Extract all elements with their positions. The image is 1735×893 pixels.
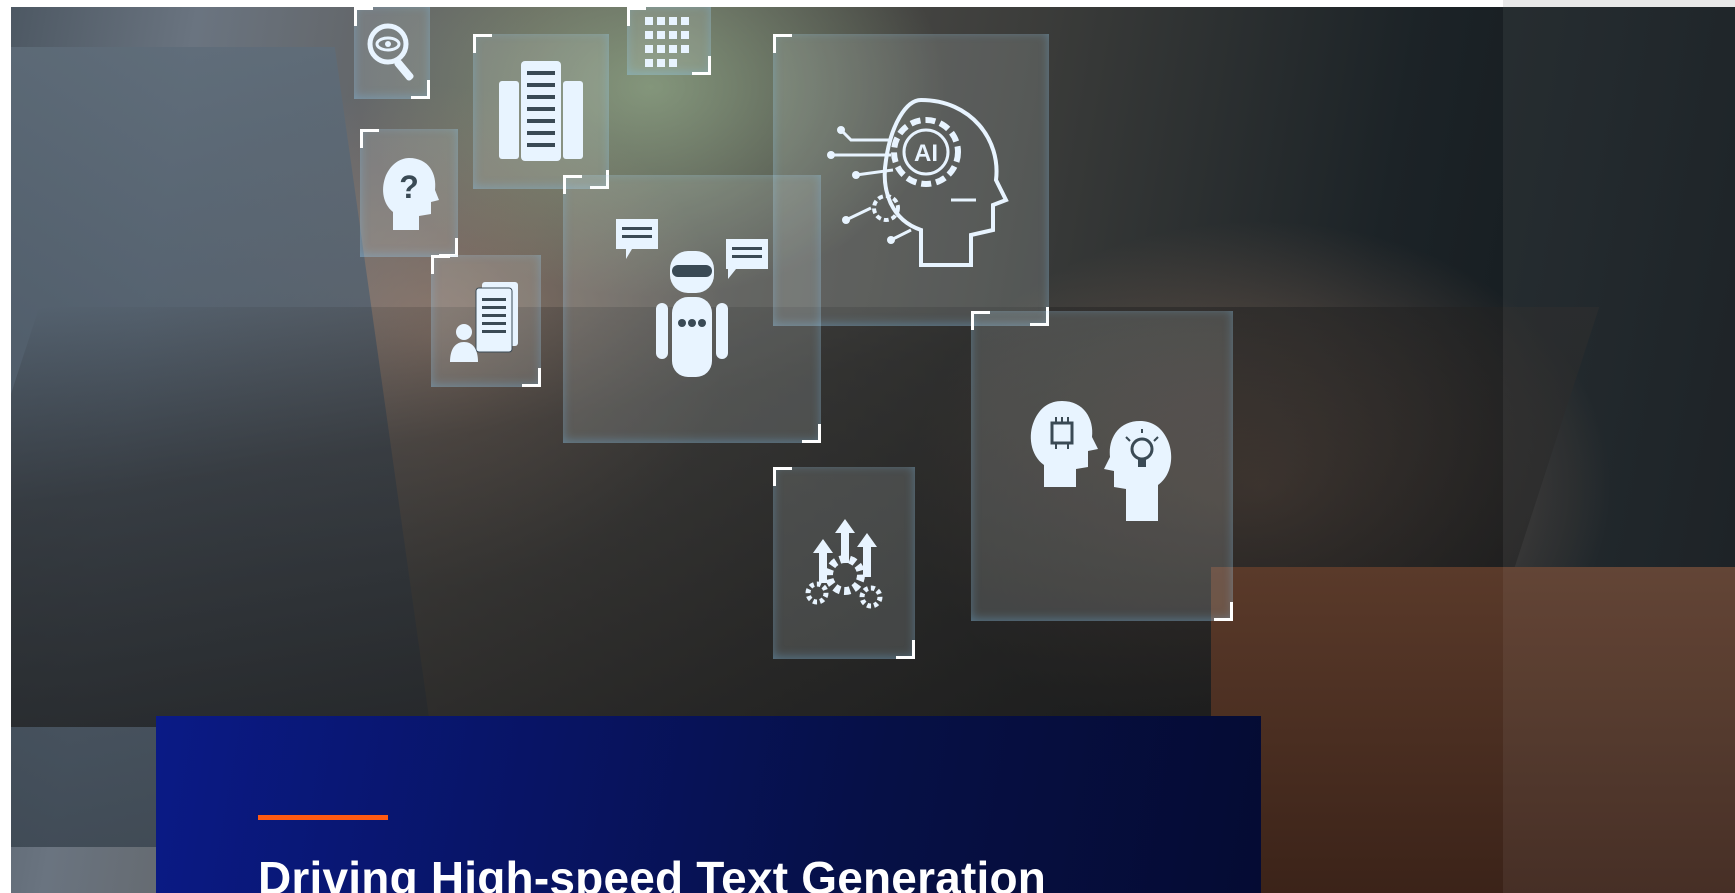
accent-rule (258, 815, 388, 820)
article-headline[interactable]: Driving High-speed Text Generation (258, 851, 1046, 893)
panel-chatbot (563, 175, 821, 443)
gears-arrows-icon (805, 519, 883, 609)
panel-gears (773, 467, 915, 659)
panel-brain-heads (971, 311, 1233, 621)
image-edge (1503, 7, 1735, 893)
ai-label: AI (914, 140, 938, 167)
chatbot-robot-icon (616, 219, 768, 377)
panel-document (431, 255, 541, 387)
document-user-icon (450, 282, 518, 362)
ai-head-gear-icon: AI (827, 97, 1009, 267)
question-head-icon: ? (383, 158, 439, 230)
svg-text:?: ? (399, 169, 419, 205)
panel-magnifier (354, 7, 430, 99)
server-rack-icon (499, 60, 583, 161)
page-scrollbar[interactable] (1503, 0, 1735, 7)
article-title-card: Driving High-speed Text Generation (156, 716, 1261, 893)
brain-heads-icon (1030, 401, 1172, 521)
panel-question: ? (360, 129, 458, 257)
panel-server (473, 34, 609, 189)
panel-building (627, 7, 711, 75)
magnifier-eye-icon (367, 23, 414, 81)
building-icon (645, 17, 689, 67)
